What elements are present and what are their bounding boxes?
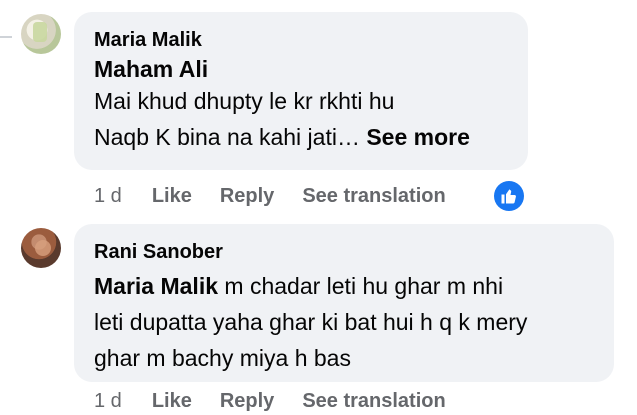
comment-text-line: m chadar leti hu ghar m nhi xyxy=(218,273,504,299)
comment-text-line: Mai khud dhupty le kr rkhti hu xyxy=(94,88,395,114)
reply-button[interactable]: Reply xyxy=(220,390,274,413)
comment-author[interactable]: Rani Sanober xyxy=(94,240,594,264)
avatar-image xyxy=(35,240,51,256)
thread-connector-line xyxy=(0,36,12,38)
like-reaction-icon[interactable] xyxy=(494,181,524,211)
comment-bubble: Maria Malik Maham Ali Mai khud dhupty le… xyxy=(74,12,528,170)
thumbs-up-icon xyxy=(501,189,516,204)
like-button[interactable]: Like xyxy=(152,185,192,208)
like-button[interactable]: Like xyxy=(152,390,192,413)
comment-actions: 1 d Like Reply See translation xyxy=(94,184,474,208)
see-more-link[interactable]: See more xyxy=(366,124,470,150)
avatar-maria-malik[interactable] xyxy=(21,14,61,54)
tagged-user[interactable]: Maria Malik xyxy=(94,273,218,299)
tagged-user[interactable]: Maham Ali xyxy=(94,56,208,82)
reply-button[interactable]: Reply xyxy=(220,185,274,208)
comment-text-line: leti dupatta yaha ghar ki bat hui h q k … xyxy=(94,309,528,335)
avatar-image xyxy=(33,22,47,42)
see-translation-link[interactable]: See translation xyxy=(302,390,445,413)
comment-timestamp[interactable]: 1 d xyxy=(94,185,122,208)
comment-timestamp[interactable]: 1 d xyxy=(94,390,122,413)
comment-actions: 1 d Like Reply See translation xyxy=(94,389,474,413)
comment-text-line: Naqb K bina na kahi jati… xyxy=(94,124,360,150)
comment-text-line: ghar m bachy miya h bas xyxy=(94,345,351,371)
comment-bubble: Rani Sanober Maria Malik m chadar leti h… xyxy=(74,224,614,382)
avatar-rani-sanober[interactable] xyxy=(21,228,61,268)
comment-author[interactable]: Maria Malik xyxy=(94,28,508,52)
see-translation-link[interactable]: See translation xyxy=(302,185,445,208)
